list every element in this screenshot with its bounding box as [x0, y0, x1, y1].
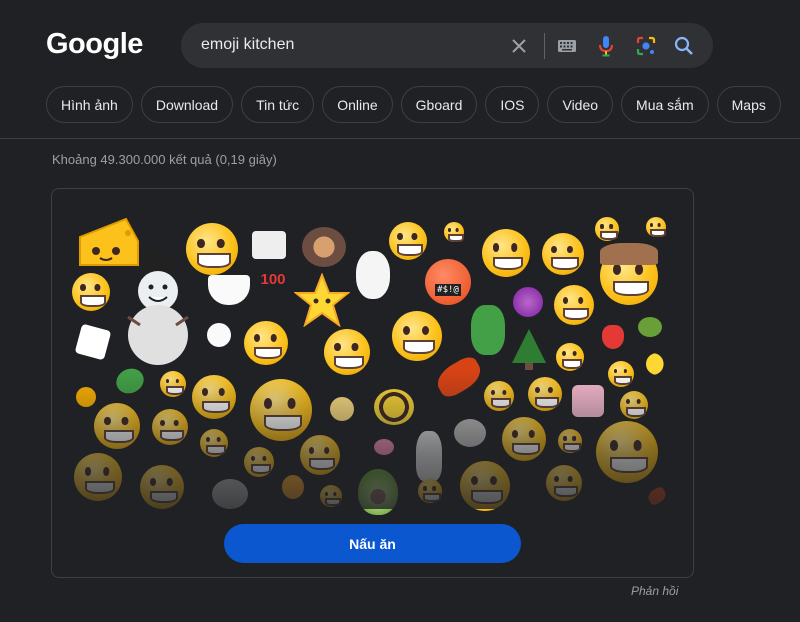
- grinning-face-icon: [186, 223, 238, 275]
- dizzy-face-icon: [646, 217, 666, 237]
- laughing-face-icon: [244, 321, 288, 365]
- lion-emoji-icon: [282, 475, 304, 499]
- clown-face-icon: [207, 323, 231, 347]
- raised-eyebrow-face-icon: [528, 377, 562, 411]
- grimacing-face-icon: [502, 417, 546, 461]
- chip-video[interactable]: Video: [547, 86, 614, 123]
- fearful-face-icon: [300, 435, 340, 475]
- chip-images[interactable]: Hình ảnh: [46, 86, 133, 123]
- cowboy-hat-icon: [600, 243, 658, 265]
- chip-gboard[interactable]: Gboard: [400, 86, 478, 123]
- search-input[interactable]: emoji kitchen: [201, 36, 294, 54]
- hundred-emoji-icon: 100: [260, 270, 286, 288]
- bubbles-emoji-icon: [330, 397, 354, 421]
- chip-maps[interactable]: Maps: [716, 86, 781, 123]
- slight-smile-face-icon: [556, 343, 584, 371]
- koala-emoji-icon: [454, 419, 486, 447]
- star-struck-face-icon: [140, 465, 184, 509]
- keyboard-icon[interactable]: [554, 33, 580, 59]
- playing-card-icon: [74, 323, 112, 361]
- smirk-face-icon: [250, 379, 312, 441]
- google-logo[interactable]: Google: [46, 28, 143, 61]
- little-face-icon: [418, 479, 442, 503]
- avocado-emoji-icon: [358, 469, 398, 515]
- smile-face-icon: [608, 361, 634, 387]
- birthday-cake-icon: [572, 385, 604, 417]
- coffee-emoji-icon: [208, 275, 250, 305]
- sweat-face-icon: [542, 233, 584, 275]
- search-filter-chips: Hình ảnh Download Tin tức Online Gboard …: [46, 86, 781, 123]
- moon-emoji-icon: [646, 353, 664, 375]
- chip-download[interactable]: Download: [140, 86, 234, 123]
- close-icon[interactable]: [506, 33, 532, 59]
- feedback-link[interactable]: Phản hồi: [631, 584, 678, 598]
- grin-face-icon: [620, 391, 648, 419]
- tiny-face-icon: [558, 429, 582, 453]
- tongue-face-icon: [595, 217, 619, 241]
- small-emoji-icon: [76, 387, 96, 407]
- thinking-face-icon: [72, 273, 110, 311]
- relieved-face-icon: [192, 375, 236, 419]
- emoji-kitchen-card: #$!@ 100 Nấu ăn: [51, 188, 694, 578]
- lens-icon[interactable]: [633, 33, 659, 59]
- small-chili-icon: [645, 485, 669, 507]
- llama-emoji-icon: [356, 251, 390, 299]
- pig-emoji-icon: [374, 439, 394, 455]
- mic-icon[interactable]: [593, 33, 619, 59]
- sunglasses-face-icon: [554, 285, 594, 325]
- chip-news[interactable]: Tin tức: [241, 86, 315, 123]
- nerd-face-icon: [484, 381, 514, 411]
- search-icon[interactable]: [671, 33, 697, 59]
- tearful-face-icon: [152, 409, 188, 445]
- chip-shopping[interactable]: Mua sắm: [621, 86, 709, 123]
- snowman-emoji-icon: [127, 251, 189, 365]
- star-emoji-icon: [294, 273, 350, 327]
- result-stats: Khoảng 49.300.000 kết quả (0,19 giây): [52, 152, 277, 167]
- beaming-face-icon: [94, 403, 140, 449]
- devil-face-icon: [513, 287, 543, 317]
- cactus-emoji-icon: [471, 305, 505, 355]
- sobbing-face-icon: [74, 453, 122, 501]
- anxious-face-icon: [200, 429, 228, 457]
- rolling-laughing-face-icon: [324, 329, 370, 375]
- emoji-collage[interactable]: #$!@ 100: [52, 189, 693, 515]
- chip-ios[interactable]: IOS: [485, 86, 540, 123]
- unamused-face-icon: [244, 447, 274, 477]
- turtle-emoji-icon: [638, 317, 662, 337]
- dog-emoji-icon: [212, 479, 248, 509]
- small-face-icon: [444, 222, 464, 242]
- bee-emoji-icon: [374, 389, 414, 425]
- old-face-icon: [546, 465, 582, 501]
- search-divider: [544, 33, 545, 59]
- joy-face-icon: [160, 371, 186, 397]
- cursing-face-icon: #$!@: [425, 259, 471, 305]
- smiling-face-icon: [460, 461, 510, 511]
- christmas-tree-icon: [512, 329, 546, 370]
- chili-pepper-icon: [432, 353, 486, 401]
- chip-online[interactable]: Online: [322, 86, 393, 123]
- mini-face-icon: [320, 485, 342, 507]
- sneezing-face-icon: [389, 222, 427, 260]
- search-box[interactable]: emoji kitchen: [181, 23, 713, 68]
- cook-button[interactable]: Nấu ăn: [224, 524, 521, 563]
- header-divider: [0, 138, 800, 139]
- strawberry-emoji-icon: [602, 325, 624, 349]
- newspaper-emoji-icon: [252, 231, 286, 259]
- bandaged-face-icon: [482, 229, 530, 277]
- rabbit-emoji-icon: [416, 431, 442, 481]
- rolling-eyes-face-icon: [596, 421, 658, 483]
- microbe-emoji-icon: [112, 364, 148, 398]
- crying-hearts-face-icon: [392, 311, 442, 361]
- hedgehog-emoji-icon: [302, 227, 346, 267]
